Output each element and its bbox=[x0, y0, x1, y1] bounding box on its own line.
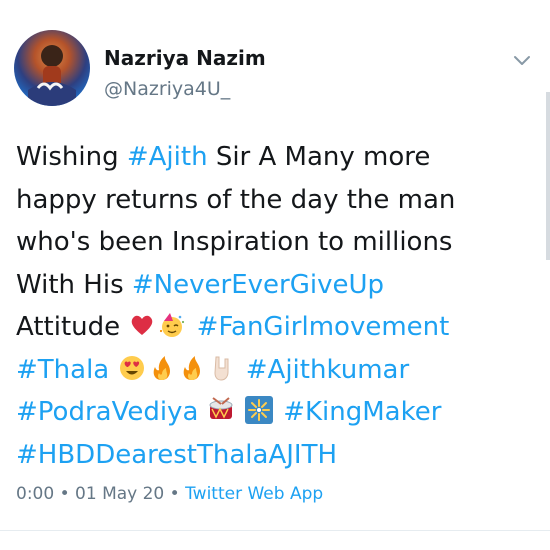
sign-of-horns-icon bbox=[208, 354, 236, 382]
tweet-source-link[interactable]: Twitter Web App bbox=[185, 484, 323, 504]
text-segment: Attitude bbox=[16, 312, 129, 342]
party-face-icon bbox=[158, 311, 186, 339]
tweet-line-7: #PodraVediya #KingMaker bbox=[16, 391, 530, 434]
text-segment: With His bbox=[16, 269, 132, 300]
tweet-line-2: happy returns of the day the man bbox=[16, 184, 456, 215]
user-name[interactable]: Nazriya Nazim bbox=[104, 46, 266, 70]
fireworks-icon bbox=[244, 396, 273, 424]
heart-eyes-icon bbox=[118, 354, 146, 382]
hashtag-fangirlmovement[interactable]: #FanGirlmovement bbox=[197, 312, 450, 342]
avatar[interactable] bbox=[14, 30, 90, 106]
tweet-date[interactable]: 01 May 20 bbox=[75, 484, 164, 504]
tweet-line-1: Wishing #Ajith Sir A Many more bbox=[16, 136, 530, 179]
fire-icon bbox=[148, 354, 176, 382]
tweet-line-8: #HBDDearestThalaAJITH bbox=[16, 434, 530, 477]
hashtag-hbddearestthalaajith[interactable]: #HBDDearestThalaAJITH bbox=[16, 440, 337, 470]
hashtag-thala[interactable]: #Thala bbox=[16, 355, 109, 385]
tweet-line-3: who's been Inspiration to millions bbox=[16, 227, 453, 257]
divider bbox=[0, 530, 550, 531]
avatar-image bbox=[28, 45, 76, 106]
tweet-meta: 0:00 • 01 May 20 • Twitter Web App bbox=[16, 484, 323, 504]
tweet-line-5: Attitude #FanGirlmovement bbox=[16, 306, 530, 349]
scrollbar[interactable] bbox=[546, 92, 550, 260]
tweet-card: Nazriya Nazim @Nazriya4U_ Wishing #Ajith… bbox=[0, 0, 550, 550]
hashtag-ajith[interactable]: #Ajith bbox=[127, 142, 208, 172]
text-segment: Wishing bbox=[16, 142, 127, 172]
hashtag-nevergiveup[interactable]: #NeverEverGiveUp bbox=[132, 270, 384, 300]
red-heart-icon bbox=[128, 311, 156, 339]
drum-icon bbox=[207, 396, 235, 424]
tweet-line-4: With His #NeverEverGiveUp bbox=[16, 264, 530, 307]
tweet-line-6: #Thala #Ajithkumar bbox=[16, 349, 530, 392]
meta-separator: • bbox=[54, 484, 76, 504]
hashtag-ajithkumar[interactable]: #Ajithkumar bbox=[246, 355, 409, 385]
user-handle[interactable]: @Nazriya4U_ bbox=[104, 78, 230, 100]
tweet-time[interactable]: 0:00 bbox=[16, 484, 54, 504]
hashtag-podravediya[interactable]: #PodraVediya bbox=[16, 397, 198, 427]
tweet-text: Wishing #Ajith Sir A Many more happy ret… bbox=[16, 136, 530, 476]
meta-separator: • bbox=[164, 484, 186, 504]
chevron-down-icon[interactable] bbox=[512, 52, 532, 70]
text-segment: Sir A Many more bbox=[207, 142, 431, 172]
fire-icon bbox=[178, 354, 206, 382]
hashtag-kingmaker[interactable]: #KingMaker bbox=[283, 397, 441, 427]
